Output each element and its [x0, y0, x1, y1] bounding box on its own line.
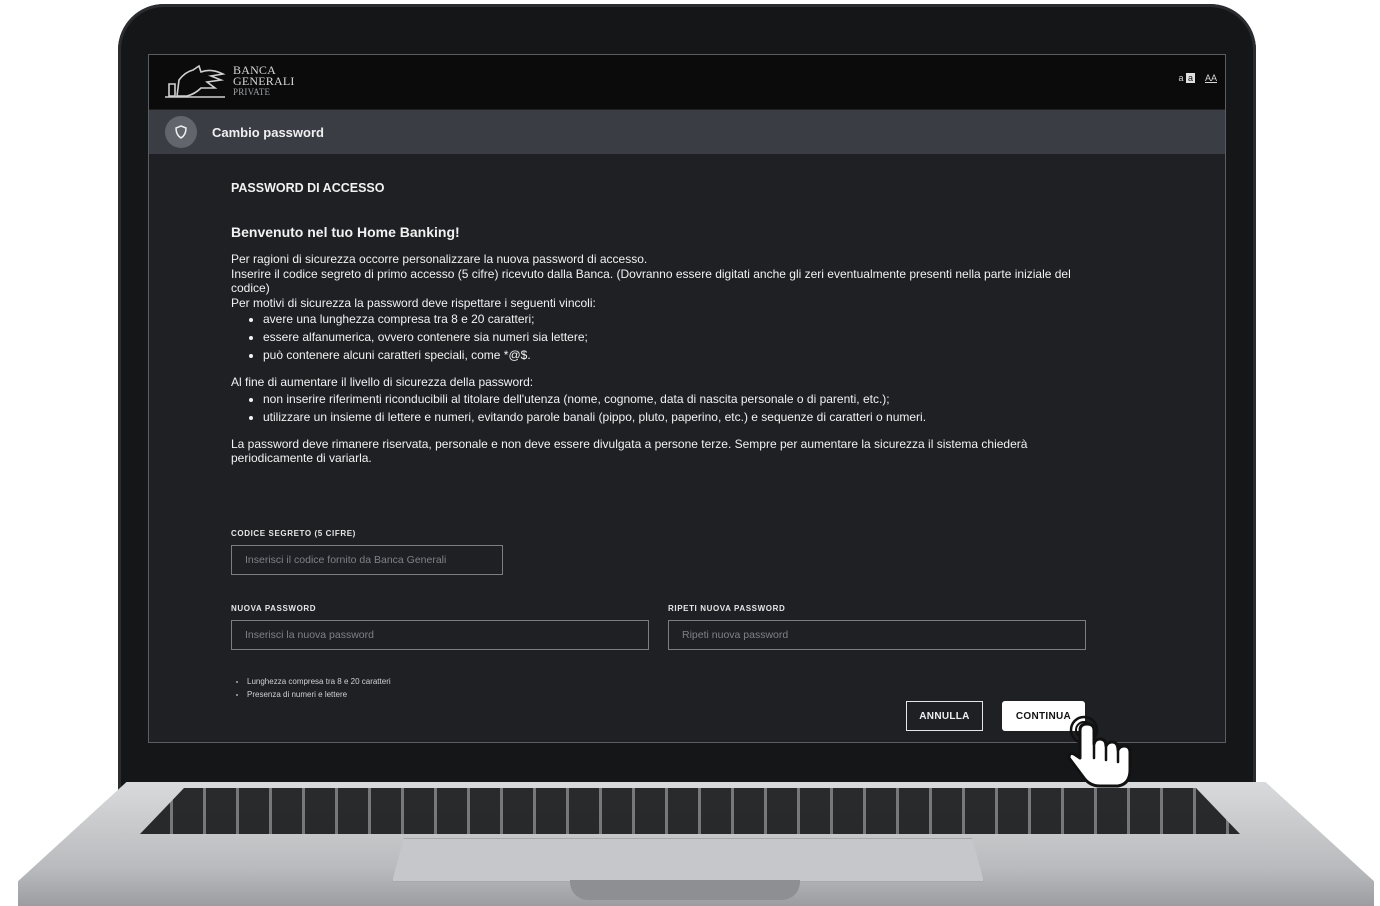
page-titlebar: Cambio password: [149, 110, 1225, 154]
constraint-item: avere una lunghezza compresa tra 8 e 20 …: [263, 310, 1091, 328]
font-size-controls: a a AA: [1178, 73, 1217, 83]
constraint-item: può contenere alcuni caratteri speciali,…: [263, 346, 1091, 364]
security-tip-item: utilizzare un insieme di lettere e numer…: [263, 408, 1091, 426]
font-large-button[interactable]: AA: [1205, 73, 1217, 83]
constraints-list: avere una lunghezza compresa tra 8 e 20 …: [231, 310, 1091, 364]
brand-line-3: PRIVATE: [233, 86, 271, 97]
security-intro: Al fine di aumentare il livello di sicur…: [231, 375, 534, 389]
font-small-button[interactable]: a a: [1178, 73, 1195, 83]
instructions-body: Per ragioni di sicurezza occorre persona…: [231, 252, 1091, 466]
shield-icon: [165, 116, 197, 148]
app-header: BANCA GENERALI PRIVATE a a AA: [149, 55, 1225, 109]
page-title: Cambio password: [212, 124, 324, 140]
intro-line-1: Per ragioni di sicurezza occorre persona…: [231, 252, 648, 266]
laptop-trackpad: [392, 838, 984, 882]
bank-logo[interactable]: BANCA GENERALI PRIVATE: [165, 61, 305, 101]
code-label: CODICE SEGRETO (5 CIFRE): [231, 529, 356, 538]
new-password-input[interactable]: [231, 620, 649, 650]
intro-line-3: Per motivi di sicurezza la password deve…: [231, 295, 596, 310]
security-tip-item: non inserire riferimenti riconducibili a…: [263, 390, 1091, 408]
laptop-notch: [570, 880, 800, 900]
app-screen: BANCA GENERALI PRIVATE a a AA Cambio pas…: [148, 54, 1226, 743]
password-rule-item: Presenza di numeri e lettere: [247, 688, 391, 701]
closing-note: La password deve rimanere riservata, per…: [231, 436, 1028, 466]
new-password-label: NUOVA PASSWORD: [231, 604, 317, 613]
intro-line-2: Inserire il codice segreto di primo acce…: [231, 266, 1071, 296]
repeat-password-input[interactable]: [668, 620, 1086, 650]
password-rules-list: Lunghezza compresa tra 8 e 20 caratteri …: [231, 675, 391, 701]
repeat-password-label: RIPETI NUOVA PASSWORD: [668, 604, 786, 613]
instructions: PASSWORD DI ACCESSO Benvenuto nel tuo Ho…: [231, 181, 1091, 466]
welcome-heading: Benvenuto nel tuo Home Banking!: [231, 224, 460, 240]
brand-line-2: GENERALI: [233, 73, 295, 88]
password-rule-item: Lunghezza compresa tra 8 e 20 caratteri: [247, 675, 391, 688]
cancel-button[interactable]: ANNULLA: [906, 701, 983, 731]
section-title: PASSWORD DI ACCESSO: [231, 181, 385, 195]
lion-logo-icon: [165, 64, 226, 98]
bank-name: BANCA GENERALI PRIVATE: [233, 64, 295, 98]
secret-code-input[interactable]: [231, 545, 503, 575]
laptop-keyboard: [140, 788, 1240, 834]
constraint-item: essere alfanumerica, ovvero contenere si…: [263, 328, 1091, 346]
hand-pointer-icon: [1067, 715, 1132, 788]
security-tips-list: non inserire riferimenti riconducibili a…: [231, 390, 1091, 426]
